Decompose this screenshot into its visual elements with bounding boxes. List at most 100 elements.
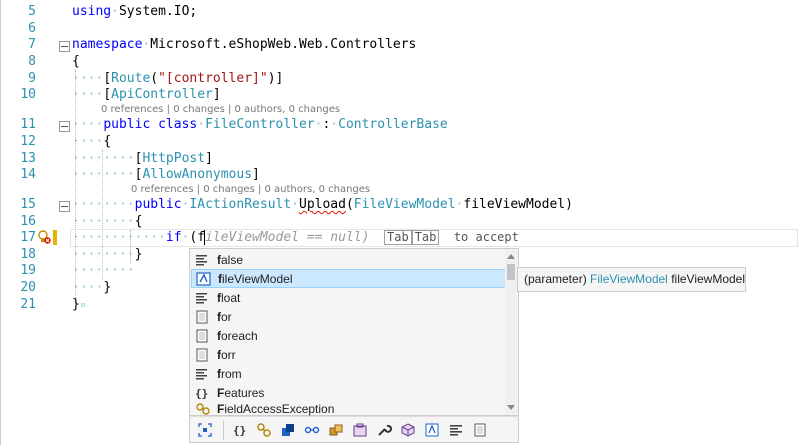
line-number: 8 <box>28 54 36 69</box>
code-line: ········{ <box>72 214 143 229</box>
codelens[interactable]: 0 references | 0 changes | 0 authors, 0 … <box>101 104 340 115</box>
collapse-icon[interactable] <box>59 201 70 212</box>
brace: } <box>134 247 143 262</box>
parameter-icon <box>196 271 211 286</box>
type-name: IActionResult <box>189 197 292 212</box>
completion-item-selected[interactable]: fileViewModel <box>191 269 506 288</box>
line-number: 12 <box>20 134 36 149</box>
code-text: Microsoft.eShopWeb.Web.Controllers <box>150 37 417 52</box>
scroll-thumb[interactable] <box>507 264 515 280</box>
completion-scrollbar[interactable] <box>505 250 517 414</box>
code-editor[interactable]: 5 6 7 8 9 10 11 12 13 14 15 16 17 18 19 … <box>0 0 800 445</box>
scroll-up-icon[interactable] <box>507 254 515 259</box>
string-literal: "[controller]" <box>158 71 268 86</box>
property-filter-icon[interactable] <box>372 419 396 441</box>
completion-item[interactable]: for <box>191 307 506 326</box>
line-number: 6 <box>28 21 36 36</box>
method-filter-icon[interactable] <box>396 419 420 441</box>
brace: { <box>72 54 80 69</box>
attribute-name: Route <box>111 71 151 86</box>
tooltip-name: fileViewModel <box>671 272 746 286</box>
code-line: ····[ApiController] <box>72 87 221 102</box>
bracket: ] <box>205 151 213 166</box>
completion-label: FieldAccessException <box>217 402 335 416</box>
tooltip-type: FileViewModel <box>590 272 668 286</box>
attribute-name: AllowAnonymous <box>142 167 253 182</box>
codelens[interactable]: 0 references | 0 changes | 0 authors, 0 … <box>131 184 370 195</box>
line-number: 16 <box>20 214 36 229</box>
completion-item[interactable]: float <box>191 288 506 307</box>
code-line: ····} <box>72 280 112 295</box>
completion-item[interactable]: false <box>191 250 506 269</box>
completion-label: for <box>217 309 232 324</box>
attribute-name: ApiController <box>111 87 213 102</box>
bracket: ] <box>212 87 221 102</box>
field-filter-icon[interactable] <box>420 419 444 441</box>
quick-actions-icon[interactable] <box>37 230 51 244</box>
tab-key-hint: Tab <box>384 230 412 245</box>
completion-item[interactable]: {} Features <box>191 383 506 402</box>
parameter-tooltip: (parameter) FileViewModel fileViewModel <box>517 267 746 292</box>
snippet-filter-icon[interactable] <box>444 419 468 441</box>
keyword: if <box>165 230 182 245</box>
line-number: 15 <box>20 197 36 212</box>
code-line: using·System.IO; <box>72 4 198 19</box>
tooltip-prefix: (parameter) <box>524 272 587 286</box>
keyword: public class <box>103 117 198 132</box>
line-number: 10 <box>20 87 36 102</box>
line-number: 5 <box>28 4 36 19</box>
code-line: ········[HttpPost] <box>72 151 213 166</box>
completion-label: false <box>217 252 244 267</box>
tab-key-hint: Tab <box>411 230 440 245</box>
base-class-name: ControllerBase <box>338 117 448 132</box>
line-number: 17 <box>20 230 36 245</box>
line-number: 11 <box>20 117 36 132</box>
inline-suggestion: ileViewModel == null) <box>205 230 370 245</box>
completion-item[interactable]: FieldAccessException <box>191 402 506 416</box>
module-filter-icon[interactable] <box>348 419 372 441</box>
completion-label: from <box>217 366 242 381</box>
keyword-icon <box>196 254 207 265</box>
code-line: ····public class·FileController·:·Contro… <box>72 117 448 132</box>
completion-filter-bar: {} <box>189 416 519 443</box>
code-line-current[interactable]: ············if·(fileViewModel == null) <box>72 230 369 246</box>
svg-text:{}: {} <box>195 387 208 400</box>
snippet-icon <box>196 310 208 323</box>
completion-item[interactable]: foreach <box>191 326 506 345</box>
brace: { <box>134 214 143 229</box>
code-line: ········public·IActionResult·Upload(File… <box>72 197 573 212</box>
line-number: 20 <box>20 280 36 295</box>
collapse-icon[interactable] <box>59 41 70 52</box>
class-filter-icon[interactable] <box>252 419 276 441</box>
expander-icon[interactable] <box>193 419 217 441</box>
completion-item[interactable]: from <box>191 364 506 383</box>
svg-text:{}: {} <box>233 424 246 437</box>
struct-filter-icon[interactable] <box>276 419 300 441</box>
paren: ( <box>150 71 159 86</box>
scroll-down-icon[interactable] <box>507 405 515 410</box>
brace: { <box>103 134 112 149</box>
method-name: Upload <box>299 197 346 212</box>
code-line: ········ <box>72 263 135 278</box>
namespace-filter-icon[interactable]: {} <box>228 419 252 441</box>
enum-filter-icon[interactable] <box>324 419 348 441</box>
bracket: [ <box>103 87 112 102</box>
line-number: 9 <box>28 71 36 86</box>
snippet-icon <box>196 329 208 342</box>
collapse-icon[interactable] <box>59 121 70 132</box>
completion-list[interactable]: false fileViewModel float for foreach fo… <box>189 248 519 416</box>
completion-label: float <box>217 290 241 305</box>
completion-label: forr <box>217 347 236 362</box>
code-line: ····{ <box>72 134 112 149</box>
class-icon <box>196 403 210 415</box>
interface-filter-icon[interactable] <box>300 419 324 441</box>
line-number: 21 <box>20 297 36 312</box>
completion-label: fileViewModel <box>218 271 293 286</box>
keyword-filter-icon[interactable] <box>468 419 492 441</box>
brace: } <box>103 280 112 295</box>
completion-item[interactable]: forr <box>191 345 506 364</box>
separator <box>223 419 224 440</box>
accept-hint-text: to accept <box>453 230 519 244</box>
parameter-type: FileViewModel <box>353 197 456 212</box>
code-line: ········[AllowAnonymous] <box>72 167 260 182</box>
